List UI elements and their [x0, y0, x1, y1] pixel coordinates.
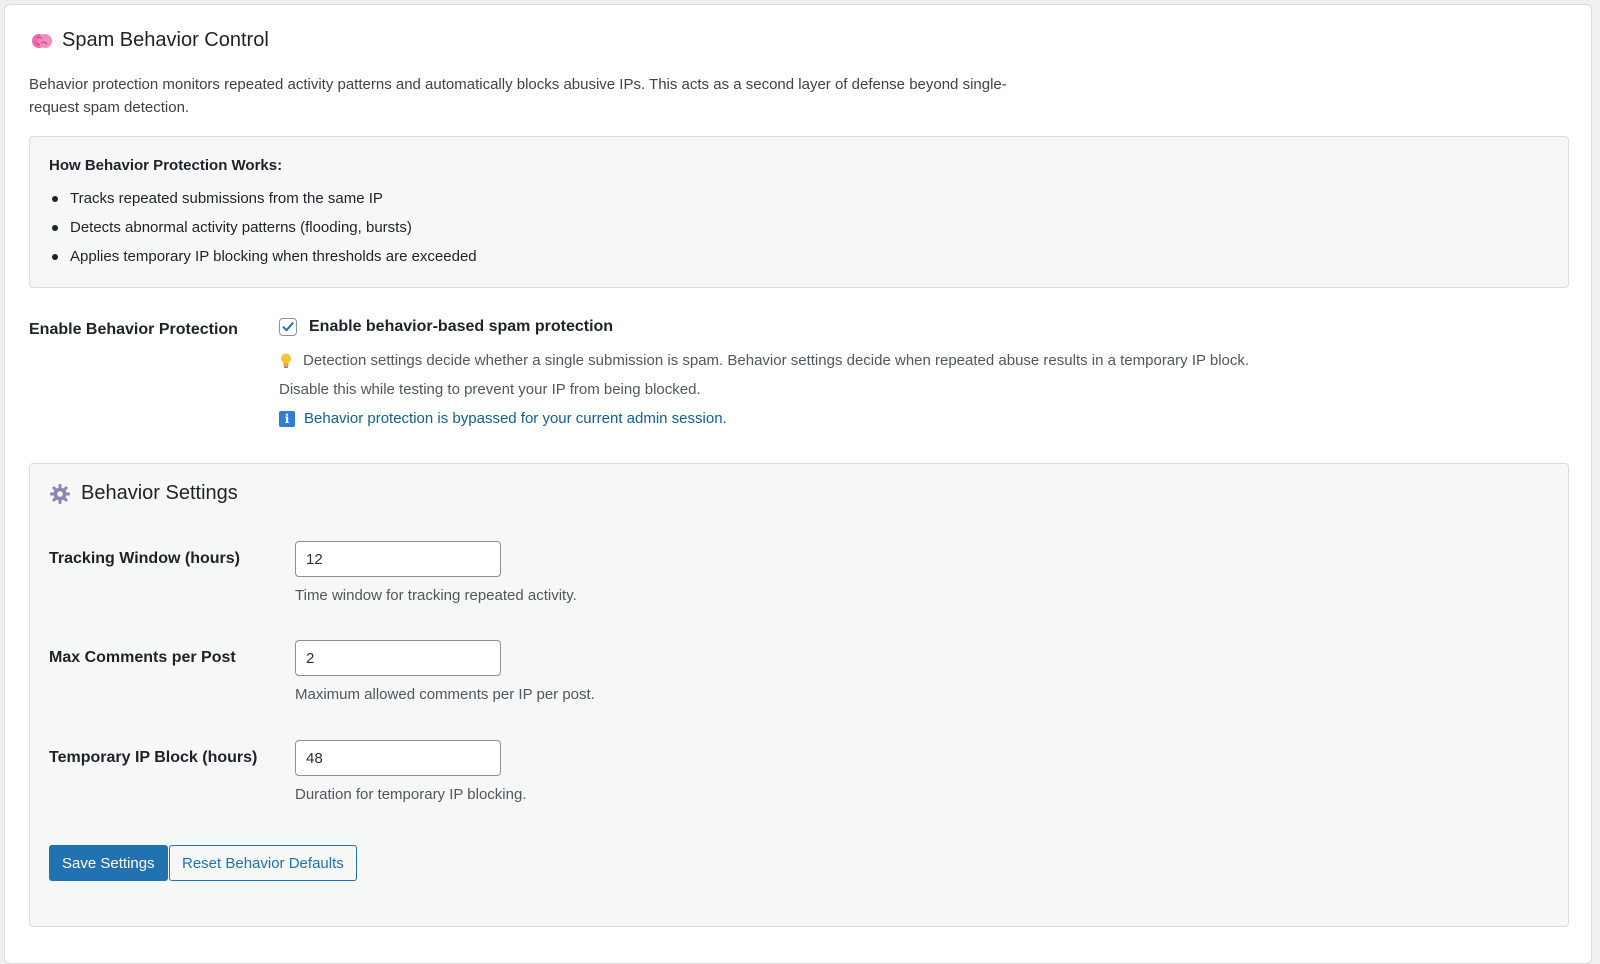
tracking-window-label: Tracking Window (hours)	[49, 550, 240, 567]
list-item: Detects abnormal activity patterns (floo…	[49, 213, 477, 242]
max-comments-label: Max Comments per Post	[49, 649, 236, 666]
gear-icon	[49, 483, 71, 505]
enable-protection-field: Enable behavior-based spam protection De…	[279, 315, 1559, 433]
testing-note: Disable this while testing to prevent yo…	[279, 381, 701, 398]
page-title-text: Spam Behavior Control	[62, 29, 269, 51]
how-it-works-box: How Behavior Protection Works: Tracks re…	[29, 136, 1569, 288]
behavior-settings-box: Behavior Settings Tracking Window (hours…	[29, 463, 1569, 927]
list-item: Tracks repeated submissions from the sam…	[49, 184, 477, 213]
enable-protection-checkbox[interactable]	[279, 318, 297, 336]
enable-checkbox-label[interactable]: Enable behavior-based spam protection	[309, 318, 613, 336]
settings-title-text: Behavior Settings	[81, 482, 238, 504]
how-it-works-list: Tracks repeated submissions from the sam…	[49, 184, 477, 271]
page-title: Spam Behavior Control	[31, 29, 269, 52]
tracking-window-input[interactable]	[295, 541, 501, 577]
ip-block-label: Temporary IP Block (hours)	[49, 749, 258, 766]
settings-title: Behavior Settings	[49, 482, 238, 505]
intro-description: Behavior protection monitors repeated ac…	[29, 76, 1007, 116]
detection-hint: Detection settings decide whether a sing…	[279, 346, 1559, 375]
detection-hint-text: Detection settings decide whether a sing…	[303, 352, 1250, 369]
enable-checkbox-row[interactable]: Enable behavior-based spam protection	[279, 315, 1559, 339]
lightbulb-icon	[279, 352, 293, 370]
ip-block-description: Duration for temporary IP blocking.	[295, 786, 527, 803]
info-icon: i	[279, 410, 295, 427]
tracking-window-description: Time window for tracking repeated activi…	[295, 587, 577, 604]
admin-bypass-text: Behavior protection is bypassed for your…	[304, 410, 727, 427]
ip-block-input[interactable]	[295, 740, 501, 776]
behavior-settings-card: Spam Behavior Control Behavior protectio…	[4, 4, 1592, 964]
enable-protection-label: Enable Behavior Protection	[29, 321, 238, 338]
admin-bypass-note: i Behavior protection is bypassed for yo…	[279, 404, 1559, 433]
how-it-works-title: How Behavior Protection Works:	[49, 157, 283, 174]
save-settings-button[interactable]: Save Settings	[49, 845, 168, 881]
max-comments-input[interactable]	[295, 640, 501, 676]
max-comments-description: Maximum allowed comments per IP per post…	[295, 686, 595, 703]
brain-icon	[31, 32, 53, 50]
checkmark-icon	[282, 322, 294, 332]
reset-defaults-button[interactable]: Reset Behavior Defaults	[169, 845, 357, 881]
list-item: Applies temporary IP blocking when thres…	[49, 242, 477, 271]
